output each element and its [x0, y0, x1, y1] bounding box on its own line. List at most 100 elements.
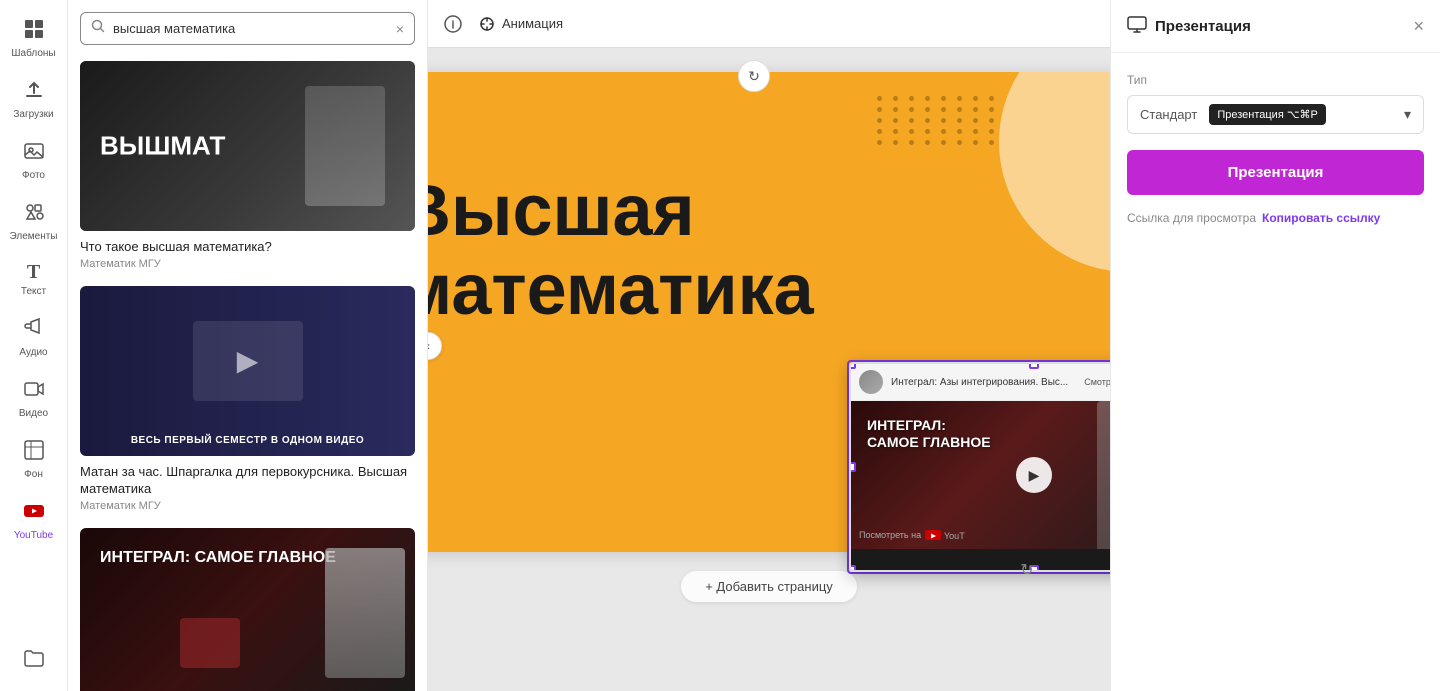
type-select[interactable]: Стандарт Презентация ⌥⌘P ▾	[1127, 95, 1424, 134]
panel-title: Презентация	[1155, 18, 1251, 35]
result-channel-2: Математик МГУ	[80, 500, 415, 512]
youtube-watermark: Посмотреть на YouTube	[859, 529, 965, 541]
video-header: Интеграл: Азы интегрирования. Выс... Смо…	[851, 364, 1110, 401]
result-title-2: Матан за час. Шпаргалка для первокурсник…	[80, 464, 415, 498]
video-avatar	[859, 370, 883, 394]
sidebar-item-uploads-label: Загрузки	[13, 109, 53, 120]
canvas-toolbar: Анимация	[428, 0, 1110, 48]
type-tooltip: Презентация ⌥⌘P	[1209, 104, 1326, 125]
rotate-icon[interactable]: ↻	[1015, 558, 1039, 582]
search-bar: ×	[68, 0, 427, 53]
sidebar-item-youtube-label: YouTube	[14, 530, 53, 541]
panel-close-button[interactable]: ×	[1413, 16, 1424, 37]
thumb3-title: ИНТЕГРАЛ: САМОЕ ГЛАВНОЕ	[100, 548, 355, 567]
panel-body: Тип Стандарт Презентация ⌥⌘P ▾ Презентац…	[1111, 53, 1440, 245]
share-link-text: Ссылка для просмотра	[1127, 211, 1256, 225]
video-embed[interactable]: Интеграл: Азы интегрирования. Выс... Смо…	[849, 362, 1110, 572]
youtube-icon	[23, 500, 45, 526]
sidebar-item-text[interactable]: T Текст	[0, 252, 67, 307]
share-link-row: Ссылка для просмотра Копировать ссылку	[1127, 211, 1424, 225]
search-panel: × ВЫШМАТ Что такое высшая математика? Ма…	[68, 0, 428, 691]
video-header-title: Интеграл: Азы интегрирования. Выс...	[891, 377, 1076, 388]
slide-container: // Will render dots via JS below Высшая …	[428, 72, 1110, 552]
search-input-wrapper[interactable]: ×	[80, 12, 415, 45]
present-button[interactable]: Презентация	[1127, 150, 1424, 195]
refresh-button[interactable]: ↻	[738, 60, 770, 92]
sidebar-item-background-label: Фон	[24, 469, 43, 480]
watch-on-label: Посмотреть на	[859, 530, 921, 540]
search-icon	[91, 19, 105, 38]
thumb2-overlay: ВЕСЬ ПЕРВЫЙ СЕМЕСТР В ОДНОМ ВИДЕО	[80, 435, 415, 446]
presentation-panel-icon	[1127, 14, 1147, 38]
sidebar: Шаблоны Загрузки Фото	[0, 0, 68, 691]
sidebar-item-templates[interactable]: Шаблоны	[0, 8, 67, 69]
animation-label: Анимация	[502, 16, 563, 31]
resize-handle-tl[interactable]	[849, 362, 856, 369]
resize-handle-tm[interactable]	[1029, 362, 1039, 369]
result-item-2[interactable]: ВЕСЬ ПЕРВЫЙ СЕМЕСТР В ОДНОМ ВИДЕО ▶ Мата…	[80, 286, 415, 512]
white-circle-decoration	[999, 72, 1110, 272]
type-section: Тип Стандарт Презентация ⌥⌘P ▾	[1127, 73, 1424, 134]
sidebar-item-audio-label: Аудио	[19, 347, 47, 358]
sidebar-item-folder[interactable]	[0, 637, 67, 683]
sidebar-item-photos-label: Фото	[22, 170, 45, 181]
share-text-label: Ссылка для просмотра	[1127, 211, 1256, 225]
sidebar-item-elements[interactable]: Элементы	[0, 191, 67, 252]
result-channel-1: Математик МГУ	[80, 258, 415, 270]
text-icon: T	[27, 262, 40, 282]
video-title-line1: ИНТЕГРАЛ:	[867, 417, 991, 434]
sidebar-item-video[interactable]: Видео	[0, 368, 67, 429]
copy-link-button[interactable]: Копировать ссылку	[1262, 211, 1380, 225]
add-page-bar: + Добавить страницу	[681, 564, 857, 608]
toolbar-info-button[interactable]	[444, 15, 462, 33]
panel-header-left: Презентация	[1127, 14, 1251, 38]
result-thumb-2: ВЕСЬ ПЕРВЫЙ СЕМЕСТР В ОДНОМ ВИДЕО ▶	[80, 286, 415, 456]
chevron-down-icon: ▾	[1404, 106, 1411, 123]
video-title-line2: САМОЕ ГЛАВНОЕ	[867, 434, 991, 451]
result-thumb-1: ВЫШМАТ	[80, 61, 415, 231]
svg-text:YouTube: YouTube	[944, 531, 965, 541]
sidebar-item-photos[interactable]: Фото	[0, 130, 67, 191]
canvas-area: ‹ Анимация // Will re	[428, 0, 1110, 691]
type-select-left: Стандарт Презентация ⌥⌘P	[1140, 104, 1326, 125]
resize-handle-ml[interactable]	[849, 462, 856, 472]
resize-handle-bl[interactable]	[849, 565, 856, 572]
video-thumbnail: ИНТЕГРАЛ: САМОЕ ГЛАВНОЕ ▶ Посмотреть на …	[851, 401, 1110, 549]
result-item-1[interactable]: ВЫШМАТ Что такое высшая математика? Мате…	[80, 61, 415, 270]
dots-top-right: // Will render dots via JS below	[877, 96, 999, 145]
audio-icon	[23, 317, 45, 343]
sidebar-item-elements-label: Элементы	[10, 231, 58, 242]
sidebar-item-youtube[interactable]: YouTube	[0, 490, 67, 551]
panel-header: Презентация ×	[1111, 0, 1440, 53]
watch-action[interactable]: Смотреть	[1084, 377, 1110, 387]
add-page-button[interactable]: + Добавить страницу	[681, 571, 857, 602]
sidebar-item-text-label: Текст	[21, 286, 46, 297]
results-list: ВЫШМАТ Что такое высшая математика? Мате…	[68, 53, 427, 691]
canvas-scroll: // Will render dots via JS below Высшая …	[428, 48, 1110, 691]
background-icon	[23, 439, 45, 465]
type-value-label: Стандарт	[1140, 107, 1197, 122]
result-title-1: Что такое высшая математика?	[80, 239, 415, 256]
sidebar-item-templates-label: Шаблоны	[11, 48, 55, 59]
result-item-3[interactable]: ИНТЕГРАЛ: САМОЕ ГЛАВНОЕ	[80, 528, 415, 691]
slide-title-line2: математика	[428, 250, 814, 330]
photo-icon	[23, 140, 45, 166]
video-icon	[23, 378, 45, 404]
folder-icon	[23, 647, 45, 673]
elements-icon	[23, 201, 45, 227]
type-field-label: Тип	[1127, 73, 1424, 87]
video-actions: Смотреть Поделиться	[1084, 377, 1110, 387]
sidebar-item-audio[interactable]: Аудио	[0, 307, 67, 368]
upload-icon	[23, 79, 45, 105]
thumb1-text: ВЫШМАТ	[100, 131, 225, 162]
sidebar-item-uploads[interactable]: Загрузки	[0, 69, 67, 130]
toolbar-animation-button[interactable]: Анимация	[478, 15, 563, 33]
sidebar-item-video-label: Видео	[19, 408, 48, 419]
sidebar-item-background[interactable]: Фон	[0, 429, 67, 490]
play-button[interactable]: ▶	[1016, 457, 1052, 493]
templates-icon	[23, 18, 45, 44]
search-clear-button[interactable]: ×	[396, 22, 404, 36]
search-input[interactable]	[113, 21, 388, 36]
slide-title-line1: Высшая	[428, 171, 695, 251]
video-title-overlay: ИНТЕГРАЛ: САМОЕ ГЛАВНОЕ	[867, 417, 991, 451]
